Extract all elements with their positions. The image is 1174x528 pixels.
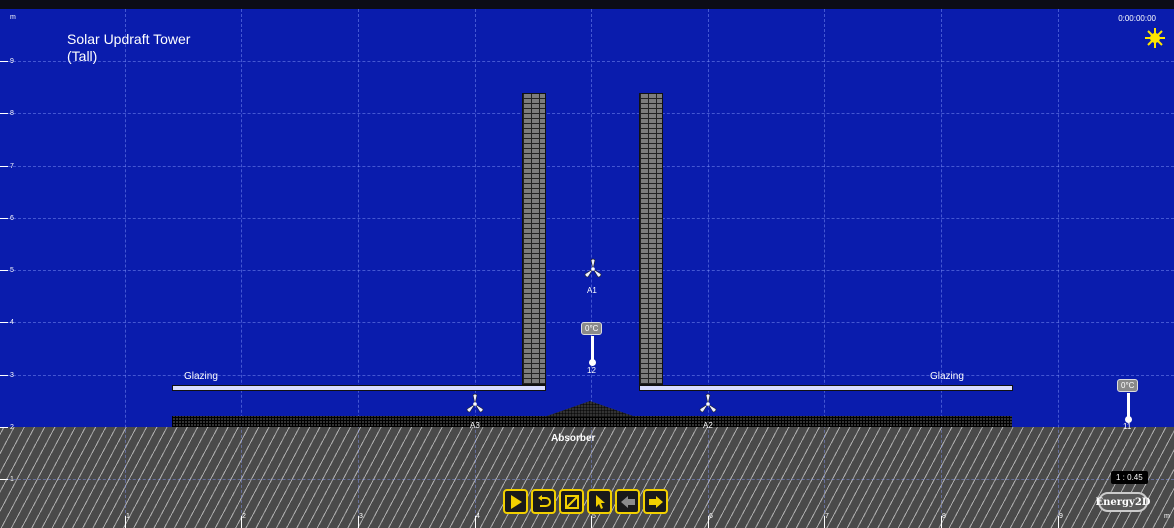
fan-icon[interactable] — [464, 393, 486, 415]
absorber-mound[interactable] — [544, 401, 636, 417]
glazing-right[interactable] — [639, 385, 1013, 391]
ruler-label: 4 — [476, 513, 480, 520]
thermometer-label: 12 — [587, 366, 596, 375]
select-icon — [595, 494, 605, 509]
zoom-scale: 1 : 0.45 — [1111, 471, 1148, 484]
grid-line — [708, 9, 709, 528]
ruler-tick — [0, 375, 8, 376]
redo-button[interactable] — [643, 489, 668, 514]
play-button[interactable] — [503, 489, 528, 514]
grid-line — [358, 9, 359, 528]
ruler-label: 2 — [10, 424, 14, 431]
ruler-tick — [0, 322, 8, 323]
ruler-label: 1 — [126, 513, 130, 520]
page-title: Solar Updraft Tower (Tall) — [67, 31, 190, 65]
ruler-label: 3 — [359, 513, 363, 520]
ruler-label: 5 — [10, 267, 14, 274]
grid-line — [824, 9, 825, 528]
glazing-left[interactable] — [172, 385, 546, 391]
ruler-label: 1 — [10, 476, 14, 483]
ruler-label: 7 — [825, 513, 829, 520]
ruler-label: 7 — [10, 163, 14, 170]
ruler-label: 6 — [10, 215, 14, 222]
grid-line — [8, 113, 1174, 114]
thermometer-bulb[interactable] — [589, 359, 596, 366]
ruler-label: 5 — [592, 513, 596, 520]
ruler-label: 4 — [10, 319, 14, 326]
fan-label: A3 — [470, 421, 480, 430]
fan-label: A2 — [703, 421, 713, 430]
sun-icon[interactable] — [1144, 27, 1166, 49]
thermometer-icon[interactable] — [591, 336, 594, 360]
tower-wall-right[interactable] — [639, 93, 663, 385]
thermometer-icon[interactable] — [1127, 393, 1130, 417]
thermometer-label: 11 — [1123, 422, 1132, 431]
energy2d-logo[interactable]: Energy2D — [1096, 492, 1150, 512]
ruler-label: 8 — [942, 513, 946, 520]
reset-icon — [537, 494, 551, 507]
ruler-tick — [0, 270, 8, 271]
ruler-tick — [0, 113, 8, 114]
glazing-left-label: Glazing — [184, 371, 218, 382]
grid-line — [8, 479, 1174, 480]
title-line-2: (Tall) — [67, 48, 98, 64]
ruler-tick — [0, 218, 8, 219]
ruler-tick — [0, 61, 8, 62]
clear-button[interactable] — [559, 489, 584, 514]
clear-icon — [564, 494, 579, 509]
fan-icon[interactable] — [582, 258, 604, 280]
ruler-tick — [0, 479, 8, 480]
glazing-right-label: Glazing — [930, 371, 964, 382]
redo-icon — [648, 495, 663, 508]
ruler-tick — [0, 427, 8, 428]
grid-line — [8, 218, 1174, 219]
absorber-label: Absorber — [551, 433, 596, 444]
tower-wall-left[interactable] — [522, 93, 546, 385]
ruler-label: 9 — [10, 58, 14, 65]
simulation-canvas[interactable]: m 9 8 7 6 5 4 3 2 1 1 2 3 4 5 6 7 8 9 m … — [0, 0, 1174, 528]
grid-line — [241, 9, 242, 528]
ruler-label: 9 — [1059, 513, 1063, 520]
ruler-unit-label: m — [1164, 513, 1170, 520]
time-readout: 0:00:00:00 — [1118, 14, 1156, 23]
ruler-label: 2 — [242, 513, 246, 520]
select-button[interactable] — [587, 489, 612, 514]
play-icon — [510, 494, 522, 509]
ruler-tick — [0, 166, 8, 167]
thermometer-reading: 0°C — [581, 322, 603, 335]
ruler-label: 6 — [709, 513, 713, 520]
absorber-plate[interactable] — [172, 416, 1012, 427]
fan-label: A1 — [587, 286, 597, 295]
thermometer-reading: 0°C — [1117, 379, 1139, 392]
grid-line — [941, 9, 942, 528]
ruler-label: 8 — [10, 110, 14, 117]
ruler-label: 3 — [10, 372, 14, 379]
undo-icon — [620, 495, 635, 508]
grid-line — [125, 9, 126, 528]
undo-button[interactable] — [615, 489, 640, 514]
grid-line — [8, 375, 1174, 376]
top-strip — [0, 0, 1174, 9]
grid-line — [8, 166, 1174, 167]
title-line-1: Solar Updraft Tower — [67, 31, 191, 47]
vertical-ruler — [0, 9, 8, 528]
fan-icon[interactable] — [697, 393, 719, 415]
grid-line — [1058, 9, 1059, 528]
reset-button[interactable] — [531, 489, 556, 514]
grid-line — [475, 9, 476, 528]
control-toolbar — [503, 489, 668, 514]
ruler-unit-label: m — [10, 14, 16, 21]
